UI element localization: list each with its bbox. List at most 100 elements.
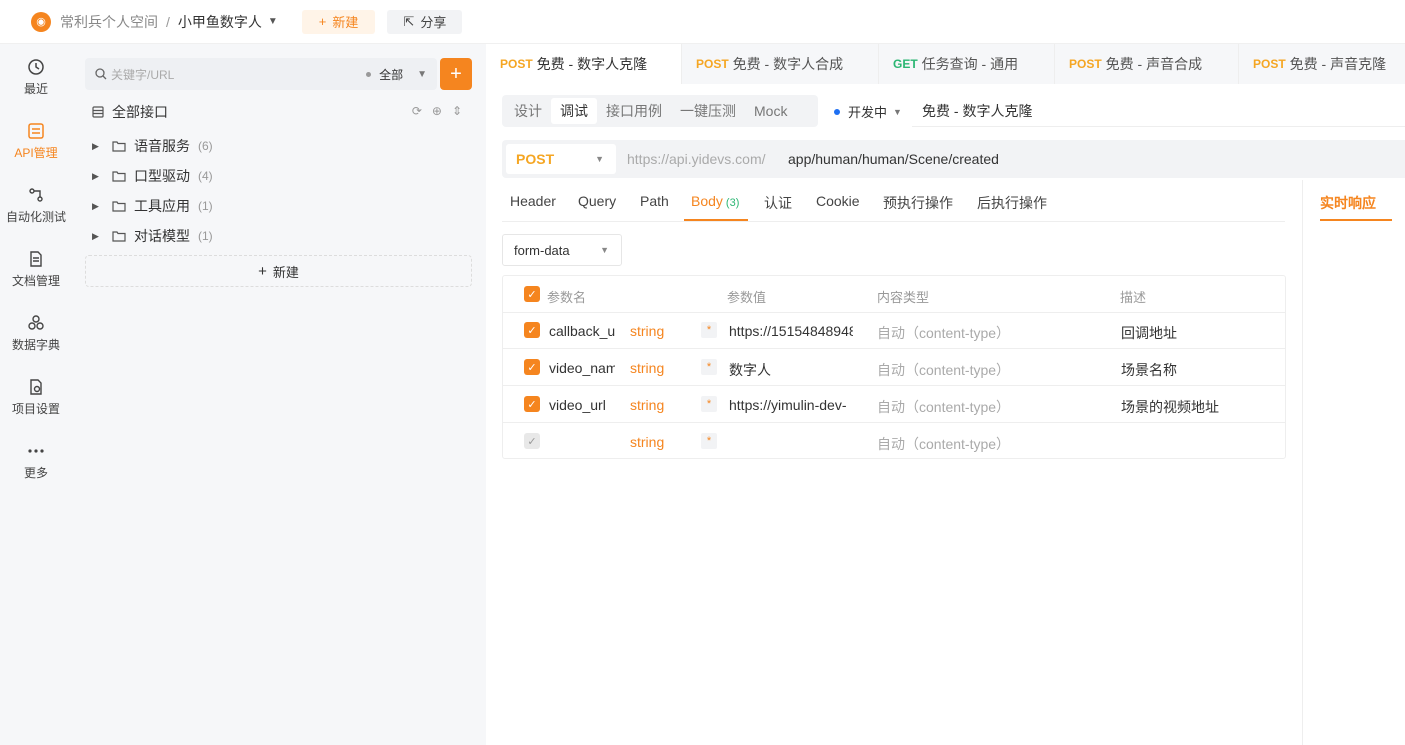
column-header: 描述 <box>1120 290 1147 305</box>
folder-icon <box>112 201 126 212</box>
chevron-right-icon[interactable]: ▶ <box>92 141 104 152</box>
locate-icon[interactable]: ⊕ <box>432 104 442 118</box>
tab-post-script[interactable]: 后执行操作 <box>977 193 1047 213</box>
share-button[interactable]: ⇱ 分享 <box>387 9 463 34</box>
mode-stress-test[interactable]: 一键压测 <box>671 98 745 124</box>
param-content-type[interactable]: 自动（content-type） <box>877 434 1010 454</box>
param-name[interactable]: video_name <box>549 360 615 376</box>
row-checkbox[interactable]: ✓ <box>524 322 540 338</box>
request-tab[interactable]: POST 免费 - 声音合成 <box>1055 44 1239 84</box>
row-checkbox[interactable]: ✓ <box>524 359 540 375</box>
api-name-input[interactable]: 免费 - 数字人克隆 <box>912 95 1405 127</box>
required-marker[interactable]: * <box>701 433 717 449</box>
param-type[interactable]: string <box>630 323 664 339</box>
nav-item-label: 数据字典 <box>11 338 60 352</box>
param-description[interactable]: 场景的视频地址 <box>1121 397 1219 417</box>
tree-folder[interactable]: ▶ 语音服务 (6) <box>92 136 472 156</box>
request-tab[interactable]: POST 免费 - 数字人克隆 <box>486 44 682 84</box>
expand-collapse-icon[interactable]: ⇕ <box>452 104 462 118</box>
chevron-down-icon[interactable]: ▼ <box>268 16 278 27</box>
mode-design[interactable]: 设计 <box>505 98 551 124</box>
tab-cookie[interactable]: Cookie <box>816 193 860 209</box>
filter-select[interactable]: 全部 <box>379 66 403 83</box>
required-marker[interactable]: * <box>701 359 717 375</box>
environment-select[interactable]: 开发中 ▼ <box>834 102 902 121</box>
search-placeholder: 关键字/URL <box>111 67 175 82</box>
path-input[interactable]: app/human/human/Scene/created <box>788 151 999 167</box>
request-tab[interactable]: POST 免费 - 数字人合成 <box>682 44 879 84</box>
param-content-type[interactable]: 自动（content-type） <box>877 323 1010 343</box>
param-value[interactable]: https://15154848948 <box>729 323 853 339</box>
param-type[interactable]: string <box>630 434 664 450</box>
tab-auth[interactable]: 认证 <box>764 193 792 213</box>
folder-count: (6) <box>198 139 213 153</box>
panel-divider[interactable] <box>1302 180 1303 745</box>
url-bar: POST ▼ https://api.yidevs.com/ app/human… <box>502 140 1405 178</box>
plus-icon: + <box>318 14 327 29</box>
app-logo[interactable]: ◉ <box>31 11 51 32</box>
request-tab[interactable]: POST 免费 - 声音克隆 <box>1239 44 1405 84</box>
nav-item-project-settings[interactable]: 项目设置 <box>0 378 72 417</box>
param-name[interactable]: video_url <box>549 397 615 413</box>
chevron-right-icon[interactable]: ▶ <box>92 201 104 212</box>
folder-name: 对话模型 <box>134 228 190 244</box>
param-type[interactable]: string <box>630 397 664 413</box>
tree-new-button[interactable]: + 新建 <box>85 255 472 287</box>
nav-item-dictionary[interactable]: 数据字典 <box>0 314 72 353</box>
body-type-select[interactable]: form-data ▼ <box>502 234 622 266</box>
tree-folder[interactable]: ▶ 口型驱动 (4) <box>92 166 472 186</box>
tab-header[interactable]: Header <box>510 193 556 209</box>
chevron-down-icon: ▼ <box>595 154 604 164</box>
nav-item-label: 最近 <box>23 82 48 96</box>
nav-item-autotest[interactable]: 自动化测试 <box>0 186 72 225</box>
tab-body[interactable]: Body (3) <box>691 193 739 209</box>
nav-item-docs[interactable]: 文档管理 <box>0 250 72 289</box>
tab-query[interactable]: Query <box>578 193 616 209</box>
breadcrumb-project[interactable]: 小甲鱼数字人 <box>178 12 262 32</box>
tree-root[interactable]: 全部接口 ⟳ ⊕ ⇕ <box>92 102 472 122</box>
column-header: 内容类型 <box>877 290 930 305</box>
tab-path[interactable]: Path <box>640 193 669 209</box>
nav-item-api[interactable]: API管理 <box>0 122 72 161</box>
new-button[interactable]: + 新建 <box>301 9 376 34</box>
param-name[interactable]: callback_url <box>549 323 615 339</box>
tab-method: POST <box>500 57 533 71</box>
row-checkbox[interactable]: ✓ <box>524 433 540 449</box>
table-row: ✓ callback_url string * https://15154848… <box>503 312 1285 349</box>
param-description[interactable]: 回调地址 <box>1121 323 1177 343</box>
tab-pre-script[interactable]: 预执行操作 <box>883 193 953 213</box>
request-tab[interactable]: GET 任务查询 - 通用 <box>879 44 1055 84</box>
breadcrumb-space[interactable]: 常利兵个人空间 <box>60 12 158 32</box>
table-row: ✓ string * 自动（content-type） <box>503 423 1285 460</box>
add-api-button[interactable]: + <box>440 58 472 90</box>
row-checkbox[interactable]: ✓ <box>524 396 540 412</box>
tree-folder[interactable]: ▶ 对话模型 (1) <box>92 226 472 246</box>
param-description[interactable]: 场景名称 <box>1121 360 1177 380</box>
search-input[interactable]: 关键字/URL 全部 ▼ <box>85 58 437 90</box>
required-marker[interactable]: * <box>701 322 717 338</box>
param-type[interactable]: string <box>630 360 664 376</box>
chevron-down-icon[interactable]: ▼ <box>417 69 427 80</box>
nav-item-more[interactable]: 更多 <box>0 442 72 481</box>
param-content-type[interactable]: 自动（content-type） <box>877 397 1010 417</box>
select-all-checkbox[interactable]: ✓ <box>524 286 540 302</box>
chevron-right-icon[interactable]: ▶ <box>92 171 104 182</box>
param-value[interactable]: 数字人 <box>729 360 853 380</box>
nav-item-label: 自动化测试 <box>5 210 66 224</box>
mode-cases[interactable]: 接口用例 <box>597 98 671 124</box>
nav-item-recent[interactable]: 最近 <box>0 58 72 97</box>
param-content-type[interactable]: 自动（content-type） <box>877 360 1010 380</box>
table-row: ✓ video_name string * 数字人 自动（content-typ… <box>503 349 1285 386</box>
base-url[interactable]: https://api.yidevs.com/ <box>627 151 766 167</box>
mode-debug[interactable]: 调试 <box>551 98 597 124</box>
search-icon <box>95 68 107 80</box>
tree-folder[interactable]: ▶ 工具应用 (1) <box>92 196 472 216</box>
refresh-icon[interactable]: ⟳ <box>412 104 422 118</box>
required-marker[interactable]: * <box>701 396 717 412</box>
table-header-row: ✓ 参数名 参数值 内容类型 描述 <box>503 276 1285 313</box>
chevron-right-icon[interactable]: ▶ <box>92 231 104 242</box>
tab-live-response[interactable]: 实时响应 <box>1320 193 1376 213</box>
mode-mock[interactable]: Mock <box>745 98 796 124</box>
param-value[interactable]: https://yimulin-dev- <box>729 397 853 413</box>
method-select[interactable]: POST ▼ <box>506 144 616 174</box>
